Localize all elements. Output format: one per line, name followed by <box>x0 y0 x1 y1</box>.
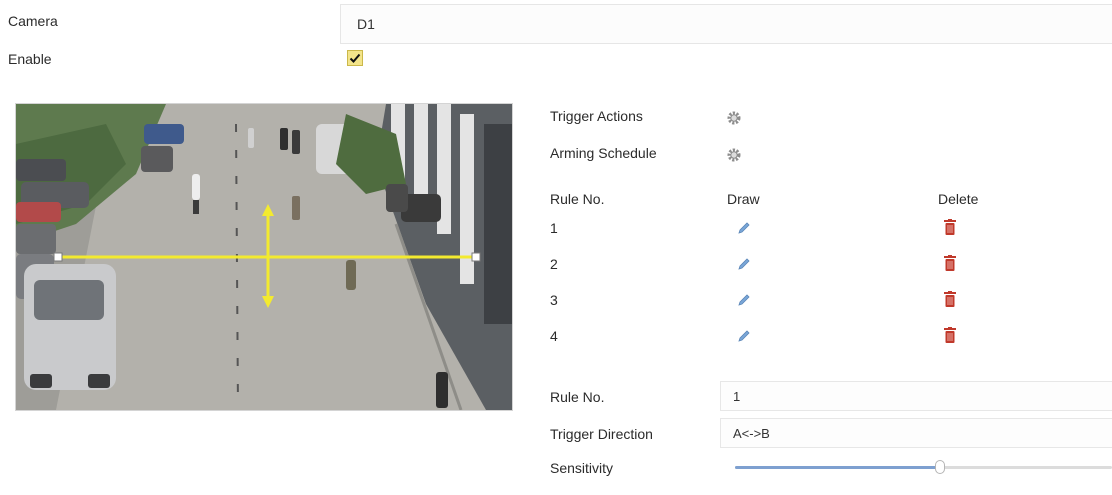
pencil-icon[interactable] <box>737 257 751 271</box>
rule-no-field[interactable]: 1 <box>720 381 1112 411</box>
camera-label: Camera <box>8 13 58 29</box>
sensitivity-slider-thumb[interactable] <box>935 460 945 474</box>
arming-schedule-label: Arming Schedule <box>550 145 657 161</box>
sensitivity-slider-fill <box>735 466 940 469</box>
sensitivity-slider[interactable] <box>735 460 1112 474</box>
gear-icon[interactable] <box>726 147 742 163</box>
trash-icon[interactable] <box>944 219 956 235</box>
camera-field[interactable]: D1 <box>340 4 1112 44</box>
draw-column-header: Draw <box>727 191 760 207</box>
pencil-icon[interactable] <box>737 329 751 343</box>
rule-no-value: 1 <box>733 389 741 404</box>
sensitivity-label: Sensitivity <box>550 460 614 476</box>
trash-icon[interactable] <box>944 291 956 307</box>
checkmark-icon <box>349 53 361 63</box>
enable-checkbox[interactable] <box>347 50 363 66</box>
trigger-direction-label: Trigger Direction <box>550 426 653 442</box>
rule-no-label: Rule No. <box>550 389 605 405</box>
enable-label: Enable <box>8 51 52 67</box>
camera-value: D1 <box>357 16 375 32</box>
delete-column-header: Delete <box>938 191 979 207</box>
rule-number: 1 <box>550 220 558 236</box>
gear-icon[interactable] <box>726 110 742 126</box>
rule-number: 3 <box>550 292 558 308</box>
camera-preview[interactable] <box>15 103 513 411</box>
trash-icon[interactable] <box>944 255 956 271</box>
trigger-direction-value: A<->B <box>733 426 770 441</box>
trigger-direction-select[interactable]: A<->B <box>720 418 1112 448</box>
camera-preview-image <box>16 104 512 410</box>
trigger-actions-label: Trigger Actions <box>550 108 643 124</box>
rule-no-column-header: Rule No. <box>550 191 605 207</box>
trash-icon[interactable] <box>944 327 956 343</box>
rule-number: 2 <box>550 256 558 272</box>
rule-number: 4 <box>550 328 558 344</box>
pencil-icon[interactable] <box>737 221 751 235</box>
pencil-icon[interactable] <box>737 293 751 307</box>
